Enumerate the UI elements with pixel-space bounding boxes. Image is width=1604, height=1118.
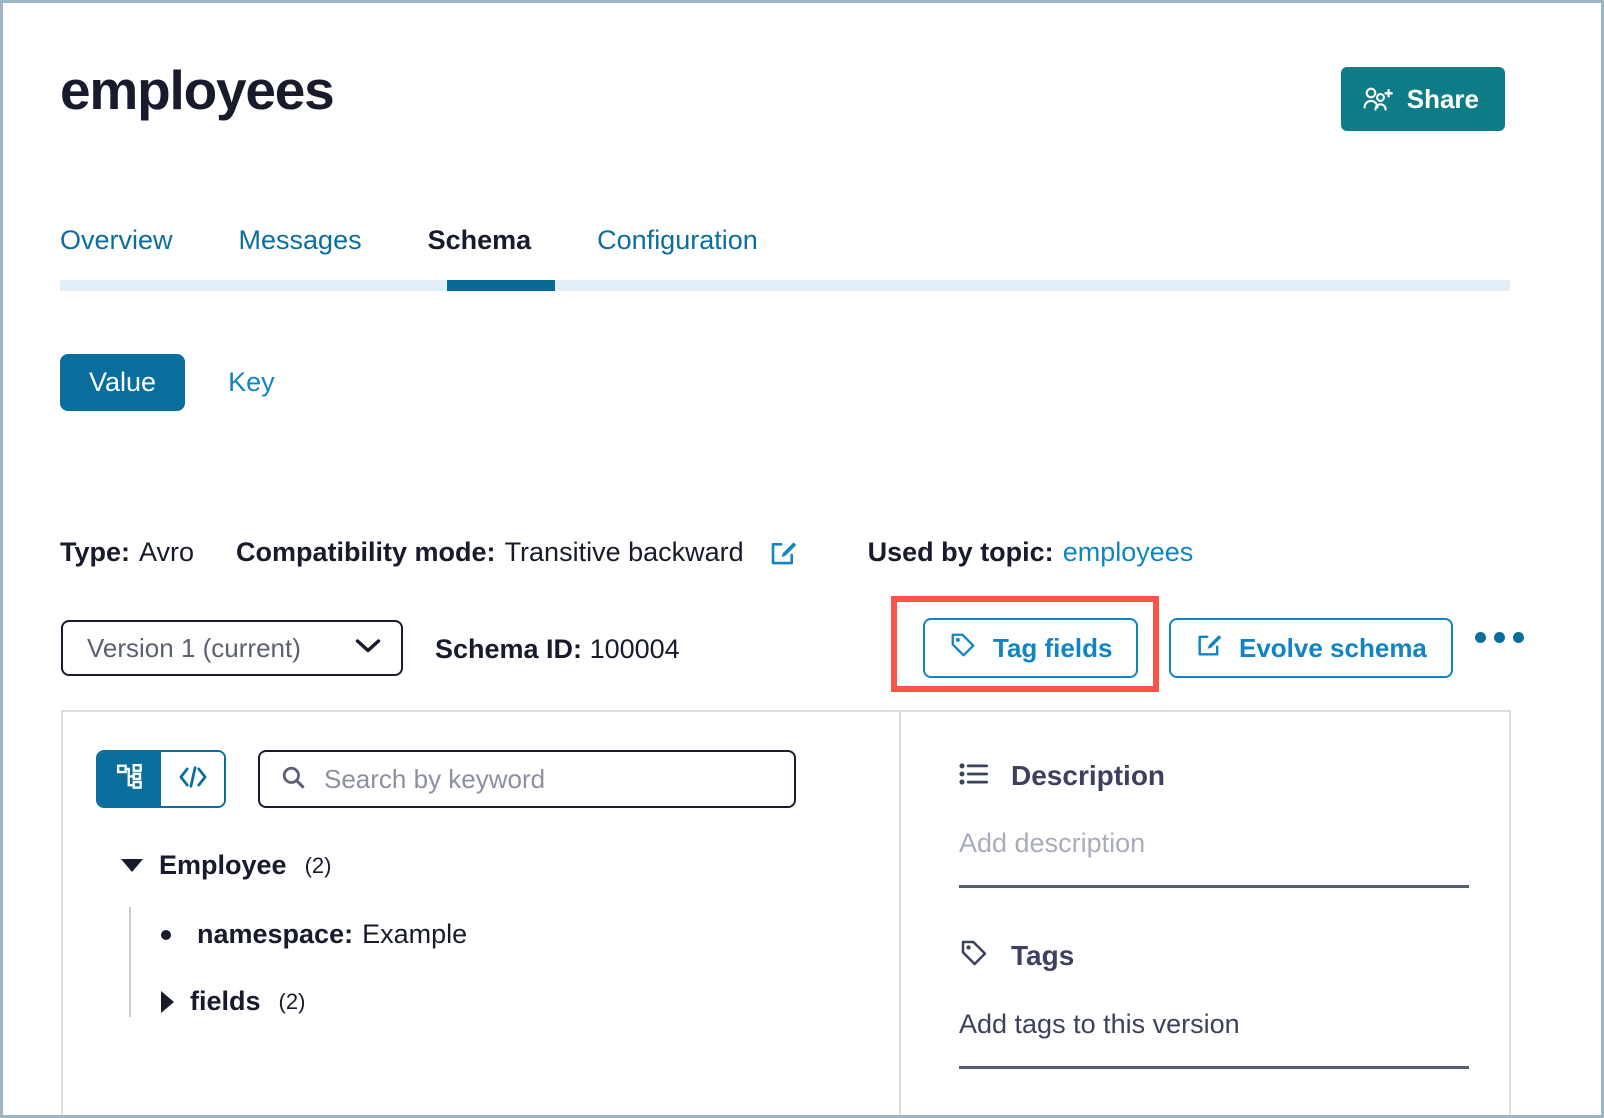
caret-down-icon[interactable] <box>121 859 143 872</box>
ellipsis-icon <box>1494 632 1505 643</box>
version-select-value: Version 1 (current) <box>87 633 301 664</box>
share-button[interactable]: Share <box>1341 67 1505 131</box>
tab-overview[interactable]: Overview <box>60 225 173 282</box>
tag-fields-button[interactable]: Tag fields <box>923 618 1138 678</box>
bullet-icon <box>161 930 171 940</box>
list-icon <box>959 761 989 792</box>
scope-value-button[interactable]: Value <box>60 354 185 411</box>
tree-node-label: fields <box>190 986 261 1017</box>
tree-node-employee[interactable]: Employee (2) <box>121 850 899 881</box>
tree-node-count: (2) <box>279 989 306 1015</box>
tags-input[interactable]: Add tags to this version <box>959 1009 1469 1069</box>
type-value: Avro <box>139 537 194 568</box>
schema-search-box[interactable] <box>258 750 796 808</box>
tree-property-namespace[interactable]: namespace: Example <box>161 907 899 962</box>
tab-underline-track <box>60 280 1510 291</box>
search-icon <box>280 764 306 795</box>
tag-icon <box>949 631 977 666</box>
schema-tree-panel: Employee (2) namespace: Example fields (… <box>63 712 901 1118</box>
schema-detail-page: employees Share Overview Messages Schema… <box>0 0 1604 1118</box>
description-title: Description <box>1011 760 1165 792</box>
tab-configuration[interactable]: Configuration <box>597 225 758 282</box>
edit-square-icon <box>1195 631 1223 666</box>
view-mode-tree-button[interactable] <box>98 752 161 806</box>
schema-id-label: Schema ID: <box>435 634 582 664</box>
tree-property-value: Example <box>362 919 467 950</box>
tree-node-count: (2) <box>305 853 332 879</box>
description-input[interactable]: Add description <box>959 828 1469 888</box>
tags-header: Tags <box>959 938 1469 973</box>
schema-meta-row: Type: Avro Compatibility mode: Transitiv… <box>60 537 1193 568</box>
tab-underline-active <box>447 280 555 291</box>
tree-children: namespace: Example fields (2) <box>129 907 899 1017</box>
tags-title: Tags <box>1011 940 1074 972</box>
scope-key-button[interactable]: Key <box>228 367 275 398</box>
version-select[interactable]: Version 1 (current) <box>61 620 403 676</box>
caret-right-icon[interactable] <box>161 991 174 1013</box>
search-input[interactable] <box>322 763 774 796</box>
schema-id-value: 100004 <box>590 634 680 664</box>
used-by-topic-link[interactable]: employees <box>1063 537 1194 568</box>
schema-id: Schema ID: 100004 <box>435 634 680 665</box>
description-section: Description Add description <box>959 760 1469 888</box>
tree-property-key: namespace: <box>197 919 353 950</box>
tree-node-fields[interactable]: fields (2) <box>161 962 899 1017</box>
schema-scope-toggle: Value Key <box>60 354 275 411</box>
chevron-down-icon <box>355 638 381 659</box>
compatibility-mode-value: Transitive backward <box>505 537 744 568</box>
hierarchy-icon <box>115 762 145 797</box>
schema-details-panel: Description Add description Tags Add tag… <box>901 712 1509 1118</box>
evolve-schema-label: Evolve schema <box>1239 633 1427 664</box>
code-brackets-icon <box>178 764 208 795</box>
schema-panel: Employee (2) namespace: Example fields (… <box>61 710 1511 1118</box>
tab-schema[interactable]: Schema <box>428 225 532 282</box>
tree-node-label: Employee <box>159 850 287 881</box>
view-mode-code-button[interactable] <box>161 752 224 806</box>
used-by-topic-label: Used by topic: <box>868 537 1054 568</box>
tag-icon <box>959 938 989 973</box>
compatibility-mode-label: Compatibility mode: <box>236 537 496 568</box>
more-actions-button[interactable] <box>1475 632 1524 643</box>
page-title: employees <box>60 63 334 118</box>
tags-section: Tags Add tags to this version <box>959 938 1469 1069</box>
view-mode-toggle <box>96 750 226 808</box>
evolve-schema-button[interactable]: Evolve schema <box>1169 618 1453 678</box>
edit-square-icon[interactable] <box>768 538 798 568</box>
description-header: Description <box>959 760 1469 792</box>
ellipsis-icon <box>1513 632 1524 643</box>
type-label: Type: <box>60 537 130 568</box>
ellipsis-icon <box>1475 632 1486 643</box>
schema-tree: Employee (2) namespace: Example fields (… <box>121 850 899 1017</box>
tab-messages[interactable]: Messages <box>239 225 362 282</box>
tab-bar: Overview Messages Schema Configuration <box>60 225 758 282</box>
people-add-icon <box>1363 86 1393 112</box>
share-button-label: Share <box>1407 84 1479 115</box>
tag-fields-label: Tag fields <box>993 633 1112 664</box>
